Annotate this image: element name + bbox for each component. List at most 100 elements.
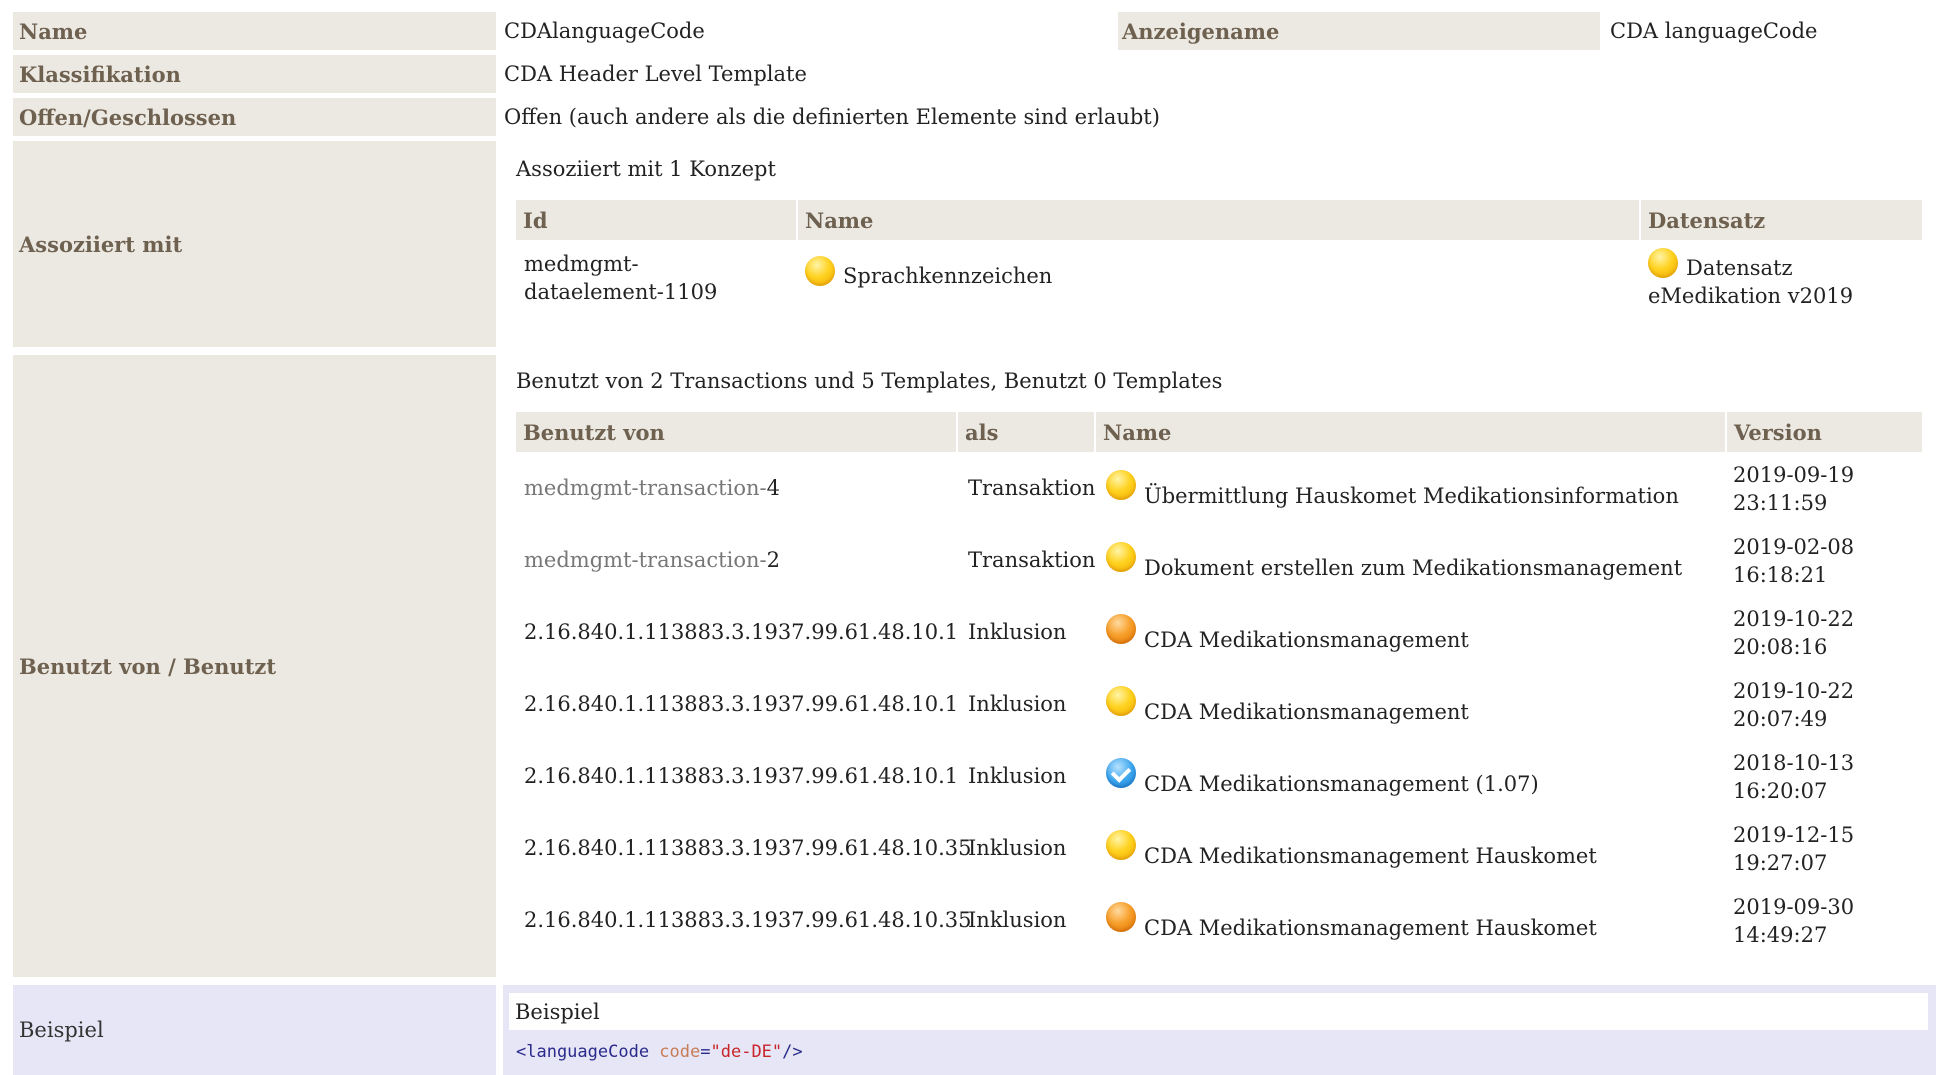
assoc-row-id[interactable]: medmgmt- dataelement-1109 (524, 250, 717, 306)
usage-row-id-suffix: 2.16.840.1.113883.3.1937.99.61.48.10.35 (524, 836, 972, 860)
usage-row[interactable]: medmgmt-transaction-4 Transaktion Übermi… (516, 456, 1936, 528)
assoc-row-dataset-line2: eMedikation v2019 (1648, 284, 1854, 308)
assoc-row-name[interactable]: Sprachkennzeichen (805, 256, 1053, 290)
usage-col-used-by: Benutzt von (516, 412, 956, 452)
usage-row-name-text: CDA Medikationsmanagement Hauskomet (1144, 916, 1597, 940)
status-draft-icon (1106, 542, 1136, 572)
usage-row-id[interactable]: 2.16.840.1.113883.3.1937.99.61.48.10.35 (524, 836, 972, 860)
usage-row-id[interactable]: 2.16.840.1.113883.3.1937.99.61.48.10.1 (524, 764, 958, 788)
assoc-row-dataset[interactable]: Datensatz eMedikation v2019 (1648, 248, 1854, 310)
usage-row-id-suffix: 2.16.840.1.113883.3.1937.99.61.48.10.1 (524, 764, 959, 788)
usage-row-name[interactable]: CDA Medikationsmanagement (1106, 686, 1469, 724)
usage-row-id-suffix: 2 (766, 548, 780, 572)
status-pending-icon (1106, 902, 1136, 932)
usage-row-name[interactable]: CDA Medikationsmanagement (1106, 614, 1469, 652)
status-draft-icon (1106, 686, 1136, 716)
usage-row-name[interactable]: CDA Medikationsmanagement Hauskomet (1106, 830, 1597, 868)
usage-row[interactable]: 2.16.840.1.113883.3.1937.99.61.48.10.1 I… (516, 600, 1936, 672)
example-label: Beispiel (13, 985, 496, 1075)
example-code: <languageCode code="de-DE"/> (516, 1042, 803, 1062)
status-final-check-icon (1106, 758, 1136, 788)
usage-row-name-text: Übermittlung Hauskomet Medikationsinform… (1144, 484, 1679, 508)
usage-row-date: 2019-10-22 (1733, 679, 1855, 703)
assoc-row-id-line1: medmgmt- (524, 252, 639, 276)
usage-row-date: 2019-12-15 (1733, 823, 1855, 847)
usage-row-time: 20:07:49 (1733, 707, 1828, 731)
code-attribute: code (659, 1042, 701, 1062)
template-detail-page: Name CDAlanguageCode Anzeigename CDA lan… (0, 0, 1942, 1075)
usage-row-time: 20:08:16 (1733, 635, 1828, 659)
usage-row-as: Inklusion (968, 764, 1067, 788)
usage-col-as: als (958, 412, 1094, 452)
usage-col-name: Name (1096, 412, 1725, 452)
usage-row-date: 2019-10-22 (1733, 607, 1855, 631)
used-by-caption: Benutzt von 2 Transactions und 5 Templat… (516, 369, 1223, 393)
usage-row[interactable]: 2.16.840.1.113883.3.1937.99.61.48.10.1 I… (516, 672, 1936, 744)
assoc-row-id-line2: dataelement-1109 (524, 280, 718, 304)
status-pending-icon (1106, 614, 1136, 644)
usage-row-date: 2019-02-08 (1733, 535, 1855, 559)
usage-row-as: Inklusion (968, 620, 1067, 644)
open-closed-value: Offen (auch andere als die definierten E… (504, 105, 1160, 129)
usage-row-id-suffix: 2.16.840.1.113883.3.1937.99.61.48.10.35 (524, 908, 972, 932)
usage-row-id-suffix: 2.16.840.1.113883.3.1937.99.61.48.10.1 (524, 692, 959, 716)
usage-row-id[interactable]: medmgmt-transaction-4 (524, 476, 780, 500)
status-draft-icon (1648, 248, 1678, 278)
usage-row[interactable]: 2.16.840.1.113883.3.1937.99.61.48.10.35 … (516, 888, 1936, 960)
display-name-label: Anzeigename (1118, 12, 1600, 50)
display-name-value: CDA languageCode (1610, 19, 1818, 43)
status-draft-icon (1106, 470, 1136, 500)
used-by-label: Benutzt von / Benutzt (13, 355, 496, 977)
usage-row-id-suffix: 4 (766, 476, 780, 500)
usage-row-version: 2018-10-13 16:20:07 (1733, 749, 1854, 805)
example-title: Beispiel (509, 993, 1928, 1030)
usage-row-name-text: CDA Medikationsmanagement Hauskomet (1144, 844, 1597, 868)
usage-row-version: 2019-02-08 16:18:21 (1733, 533, 1854, 589)
usage-row-id-suffix: 2.16.840.1.113883.3.1937.99.61.48.10.1 (524, 620, 959, 644)
usage-row-name[interactable]: Übermittlung Hauskomet Medikationsinform… (1106, 470, 1679, 508)
usage-row[interactable]: medmgmt-transaction-2 Transaktion Dokume… (516, 528, 1936, 600)
status-draft-icon (805, 256, 835, 286)
usage-row-time: 14:49:27 (1733, 923, 1828, 947)
classification-value: CDA Header Level Template (504, 62, 807, 86)
usage-row-version: 2019-09-30 14:49:27 (1733, 893, 1854, 949)
name-label: Name (13, 12, 496, 50)
assoc-row-name-text: Sprachkennzeichen (843, 264, 1053, 288)
usage-row-id-prefix: medmgmt-transaction- (524, 548, 767, 572)
usage-row-version: 2019-10-22 20:07:49 (1733, 677, 1854, 733)
usage-row-name[interactable]: Dokument erstellen zum Medikationsmanage… (1106, 542, 1682, 580)
usage-row-id[interactable]: 2.16.840.1.113883.3.1937.99.61.48.10.1 (524, 620, 958, 644)
open-closed-label: Offen/Geschlossen (13, 98, 496, 136)
assoc-col-name: Name (798, 200, 1639, 240)
usage-row-as: Transaktion (968, 476, 1096, 500)
usage-row-date: 2019-09-30 (1733, 895, 1855, 919)
usage-row-as: Transaktion (968, 548, 1096, 572)
usage-row-version: 2019-10-22 20:08:16 (1733, 605, 1854, 661)
usage-row-time: 19:27:07 (1733, 851, 1828, 875)
usage-row[interactable]: 2.16.840.1.113883.3.1937.99.61.48.10.1 I… (516, 744, 1936, 816)
usage-row-as: Inklusion (968, 836, 1067, 860)
code-tag-open: <languageCode (516, 1042, 660, 1062)
name-value: CDAlanguageCode (504, 19, 705, 43)
usage-row-time: 16:18:21 (1733, 563, 1828, 587)
code-attribute-value: "de-DE" (710, 1042, 783, 1062)
usage-row-name[interactable]: CDA Medikationsmanagement (1.07) (1106, 758, 1539, 796)
usage-row-id[interactable]: medmgmt-transaction-2 (524, 548, 780, 572)
assoc-col-id: Id (516, 200, 796, 240)
code-equals: = (700, 1042, 711, 1062)
usage-row-id[interactable]: 2.16.840.1.113883.3.1937.99.61.48.10.1 (524, 692, 958, 716)
usage-row-as: Inklusion (968, 908, 1067, 932)
usage-row-name-text: CDA Medikationsmanagement (1.07) (1144, 772, 1539, 796)
usage-row-date: 2019-09-19 (1733, 463, 1855, 487)
assoc-row-dataset-line1: Datensatz (1686, 256, 1793, 280)
usage-row-version: 2019-09-19 23:11:59 (1733, 461, 1854, 517)
usage-row-name[interactable]: CDA Medikationsmanagement Hauskomet (1106, 902, 1597, 940)
usage-row-time: 23:11:59 (1733, 491, 1828, 515)
usage-col-version: Version (1727, 412, 1922, 452)
usage-row[interactable]: 2.16.840.1.113883.3.1937.99.61.48.10.35 … (516, 816, 1936, 888)
usage-row-id[interactable]: 2.16.840.1.113883.3.1937.99.61.48.10.35 (524, 908, 972, 932)
usage-row-as: Inklusion (968, 692, 1067, 716)
usage-row-date: 2018-10-13 (1733, 751, 1855, 775)
associated-caption: Assoziiert mit 1 Konzept (516, 157, 776, 181)
associated-label: Assoziiert mit (13, 141, 496, 347)
